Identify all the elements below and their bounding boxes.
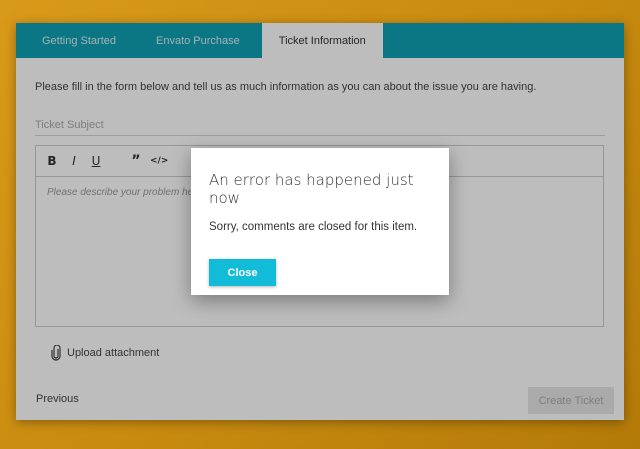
dialog-title: An error has happened just now <box>209 171 414 207</box>
dialog-message: Sorry, comments are closed for this item… <box>209 221 418 233</box>
error-dialog: An error has happened just now Sorry, co… <box>191 148 449 295</box>
close-button[interactable]: Close <box>209 259 276 286</box>
